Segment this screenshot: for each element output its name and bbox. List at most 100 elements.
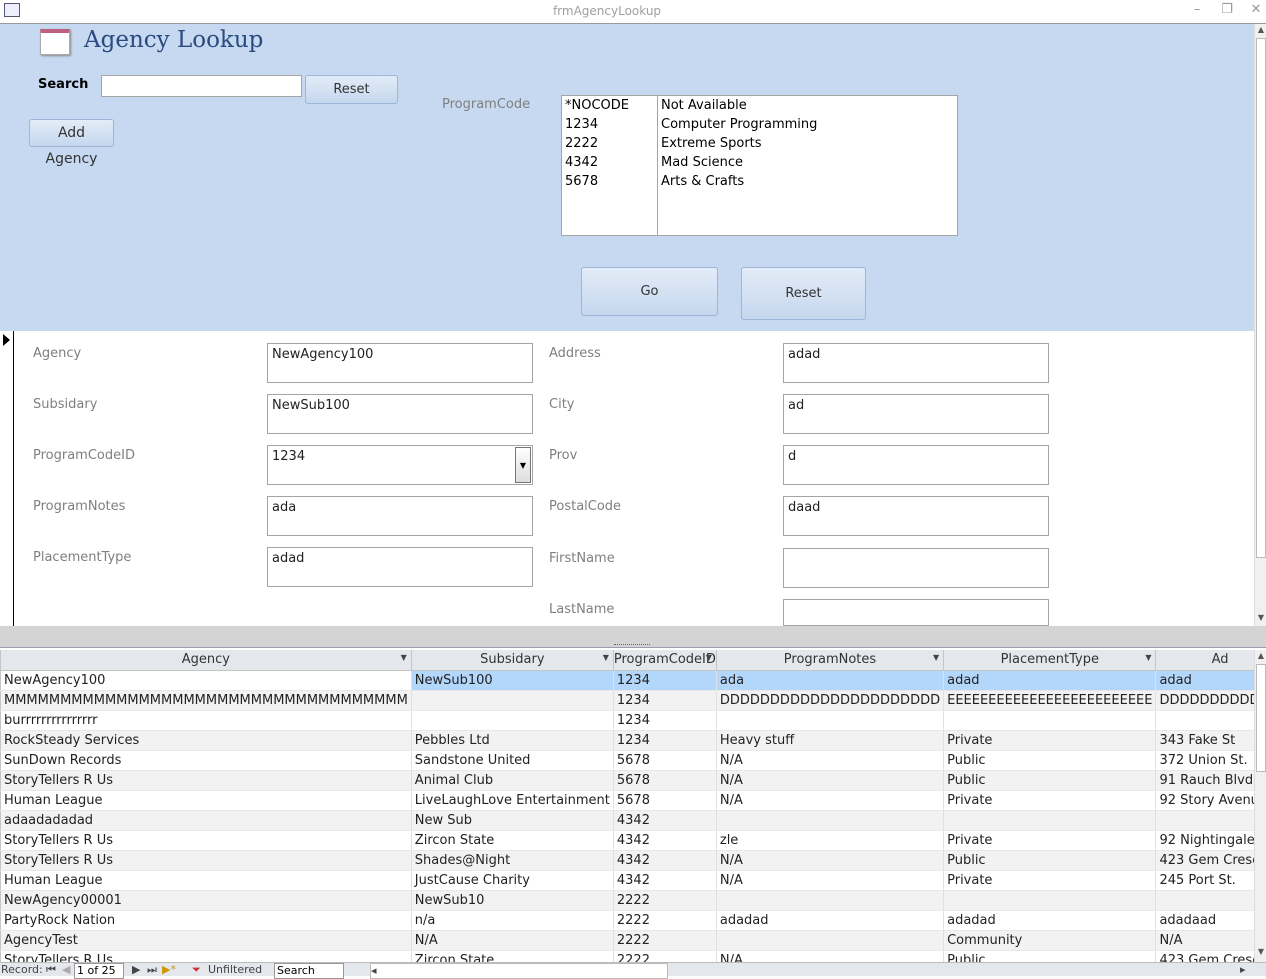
record-position-input[interactable]: 1 of 25 bbox=[74, 963, 124, 979]
lastname-field[interactable] bbox=[783, 599, 1049, 626]
column-header-ad[interactable]: Ad bbox=[1155, 650, 1266, 671]
cell-programnotes[interactable] bbox=[716, 810, 945, 831]
cell-placementtype[interactable]: EEEEEEEEEEEEEEEEEEEEEEEEE bbox=[943, 690, 1157, 711]
search-input[interactable] bbox=[101, 75, 302, 97]
programcode-code[interactable]: 1234 bbox=[565, 117, 598, 132]
column-header-programcodeid[interactable]: ProgramCodeID ▼ bbox=[613, 650, 717, 671]
cell-ad[interactable]: DDDDDDDDDDD bbox=[1155, 690, 1266, 711]
subsidary-field[interactable]: NewSub100 bbox=[267, 394, 533, 434]
cell-agency[interactable]: StoryTellers R Us bbox=[0, 770, 412, 791]
cell-programcodeid[interactable]: 2222 bbox=[613, 890, 717, 911]
scroll-thumb[interactable] bbox=[1256, 664, 1266, 772]
horizontal-scrollbar[interactable]: ◂ bbox=[370, 963, 668, 979]
cell-placementtype[interactable]: Private bbox=[943, 730, 1157, 751]
chevron-down-icon[interactable]: ▼ bbox=[603, 653, 609, 662]
first-record-button[interactable]: ⏮ bbox=[46, 963, 56, 977]
cell-placementtype[interactable]: adadad bbox=[943, 910, 1157, 931]
cell-programcodeid[interactable]: 4342 bbox=[613, 810, 717, 831]
cell-programcodeid[interactable]: 1234 bbox=[613, 710, 717, 731]
cell-agency[interactable]: MMMMMMMMMMMMMMMMMMMMMMMMMMMMMMMMMMMM bbox=[0, 690, 412, 711]
splitter-bar[interactable] bbox=[0, 626, 1266, 648]
chevron-down-icon[interactable]: ▼ bbox=[401, 653, 407, 662]
cell-programcodeid[interactable]: 5678 bbox=[613, 790, 717, 811]
cell-agency[interactable]: StoryTellers R Us bbox=[0, 850, 412, 871]
filter-status-button[interactable]: Unfiltered bbox=[208, 963, 262, 977]
table-row[interactable]: PartyRock Nation n/a 2222 adadad adadad adada… bbox=[0, 910, 1266, 931]
cell-programcodeid[interactable]: 1234 bbox=[613, 690, 717, 711]
scroll-thumb[interactable] bbox=[1256, 38, 1266, 558]
close-button[interactable]: ✕ bbox=[1246, 2, 1266, 20]
cell-placementtype[interactable]: Private bbox=[943, 830, 1157, 851]
cell-ad[interactable]: adad bbox=[1155, 670, 1266, 691]
cell-programnotes[interactable]: adadad bbox=[716, 910, 945, 931]
cell-subsidary[interactable]: Animal Club bbox=[411, 770, 614, 791]
cell-placementtype[interactable]: Private bbox=[943, 790, 1157, 811]
programcode-name[interactable]: Extreme Sports bbox=[661, 136, 762, 151]
chevron-down-icon[interactable]: ▼ bbox=[1145, 653, 1151, 662]
scroll-down-icon[interactable]: ▼ bbox=[1255, 612, 1266, 624]
cell-subsidary[interactable]: New Sub bbox=[411, 810, 614, 831]
scroll-up-icon[interactable]: ▲ bbox=[1255, 24, 1266, 36]
cell-agency[interactable]: burrrrrrrrrrrrrrr bbox=[0, 710, 412, 731]
prov-field[interactable]: d bbox=[783, 445, 1049, 485]
programcode-code[interactable]: 5678 bbox=[565, 174, 598, 189]
cell-subsidary[interactable]: JustCause Charity bbox=[411, 870, 614, 891]
cell-programnotes[interactable] bbox=[716, 710, 945, 731]
cell-programnotes[interactable] bbox=[716, 930, 945, 951]
last-record-button[interactable]: ⏭ bbox=[147, 963, 157, 977]
table-row[interactable]: AgencyTest N/A 2222 Community N/A bbox=[0, 930, 1266, 951]
cell-ad[interactable]: 372 Union St. bbox=[1155, 750, 1266, 771]
table-row[interactable]: SunDown Records Sandstone United 5678 N/A Pu… bbox=[0, 750, 1266, 771]
column-header-placementtype[interactable]: PlacementType ▼ bbox=[943, 650, 1157, 671]
cell-subsidary[interactable]: Shades@Night bbox=[411, 850, 614, 871]
cell-ad[interactable] bbox=[1155, 810, 1266, 831]
cell-programcodeid[interactable]: 4342 bbox=[613, 850, 717, 871]
cell-agency[interactable]: RockSteady Services bbox=[0, 730, 412, 751]
cell-programcodeid[interactable]: 4342 bbox=[613, 870, 717, 891]
table-row[interactable]: RockSteady Services Pebbles Ltd 1234 Heavy … bbox=[0, 730, 1266, 751]
table-row[interactable]: StoryTellers R Us Zircon State 4342 zle Priv… bbox=[0, 830, 1266, 851]
cell-agency[interactable]: Human League bbox=[0, 870, 412, 891]
go-button[interactable]: Go bbox=[581, 267, 718, 316]
cell-subsidary[interactable] bbox=[411, 710, 614, 731]
cell-subsidary[interactable]: n/a bbox=[411, 910, 614, 931]
postalcode-field[interactable]: daad bbox=[783, 496, 1049, 536]
cell-placementtype[interactable]: adad bbox=[943, 670, 1157, 691]
table-row[interactable]: StoryTellers R Us Animal Club 5678 N/A Publi… bbox=[0, 770, 1266, 791]
minimize-button[interactable]: – bbox=[1187, 2, 1207, 20]
cell-agency[interactable]: adaadadadad bbox=[0, 810, 412, 831]
address-field[interactable]: adad bbox=[783, 343, 1049, 383]
agency-field[interactable]: NewAgency100 bbox=[267, 343, 533, 383]
splitter-grip[interactable] bbox=[614, 644, 650, 647]
cell-subsidary[interactable]: LiveLaughLove Entertainment bbox=[411, 790, 614, 811]
cell-placementtype[interactable]: Private bbox=[943, 870, 1157, 891]
cell-programnotes[interactable]: N/A bbox=[716, 790, 945, 811]
scroll-right-icon[interactable]: ▸ bbox=[1240, 963, 1246, 977]
cell-programnotes[interactable]: Heavy stuff bbox=[716, 730, 945, 751]
cell-placementtype[interactable]: Public bbox=[943, 770, 1157, 791]
programcode-code[interactable]: 4342 bbox=[565, 155, 598, 170]
table-row[interactable]: StoryTellers R Us Shades@Night 4342 N/A Publ… bbox=[0, 850, 1266, 871]
scroll-up-icon[interactable]: ▲ bbox=[1255, 650, 1266, 662]
programcode-code[interactable]: *NOCODE bbox=[565, 98, 629, 113]
chevron-down-icon[interactable]: ▼ bbox=[933, 653, 939, 662]
cell-agency[interactable]: AgencyTest bbox=[0, 930, 412, 951]
record-selector[interactable] bbox=[13, 331, 14, 626]
form-scrollbar[interactable]: ▲ ▼ bbox=[1254, 24, 1266, 626]
reset-button[interactable]: Reset bbox=[741, 267, 866, 320]
cell-agency[interactable]: Human League bbox=[0, 790, 412, 811]
cell-ad[interactable] bbox=[1155, 710, 1266, 731]
cell-placementtype[interactable]: Public bbox=[943, 750, 1157, 771]
cell-programnotes[interactable]: zle bbox=[716, 830, 945, 851]
cell-programnotes[interactable]: DDDDDDDDDDDDDDDDDDDDDD bbox=[716, 690, 945, 711]
cell-programcodeid[interactable]: 4342 bbox=[613, 830, 717, 851]
new-record-button[interactable]: ▶* bbox=[162, 963, 176, 977]
city-field[interactable]: ad bbox=[783, 394, 1049, 434]
column-header-programnotes[interactable]: ProgramNotes ▼ bbox=[716, 650, 945, 671]
table-row[interactable]: Human League JustCause Charity 4342 N/A Priv… bbox=[0, 870, 1266, 891]
cell-programcodeid[interactable]: 1234 bbox=[613, 730, 717, 751]
table-row[interactable]: NewAgency100 NewSub100 1234 ada adad adad bbox=[0, 670, 1266, 691]
table-row[interactable]: NewAgency00001 NewSub10 2222 bbox=[0, 890, 1266, 911]
cell-programnotes[interactable]: N/A bbox=[716, 750, 945, 771]
cell-agency[interactable]: StoryTellers R Us bbox=[0, 830, 412, 851]
